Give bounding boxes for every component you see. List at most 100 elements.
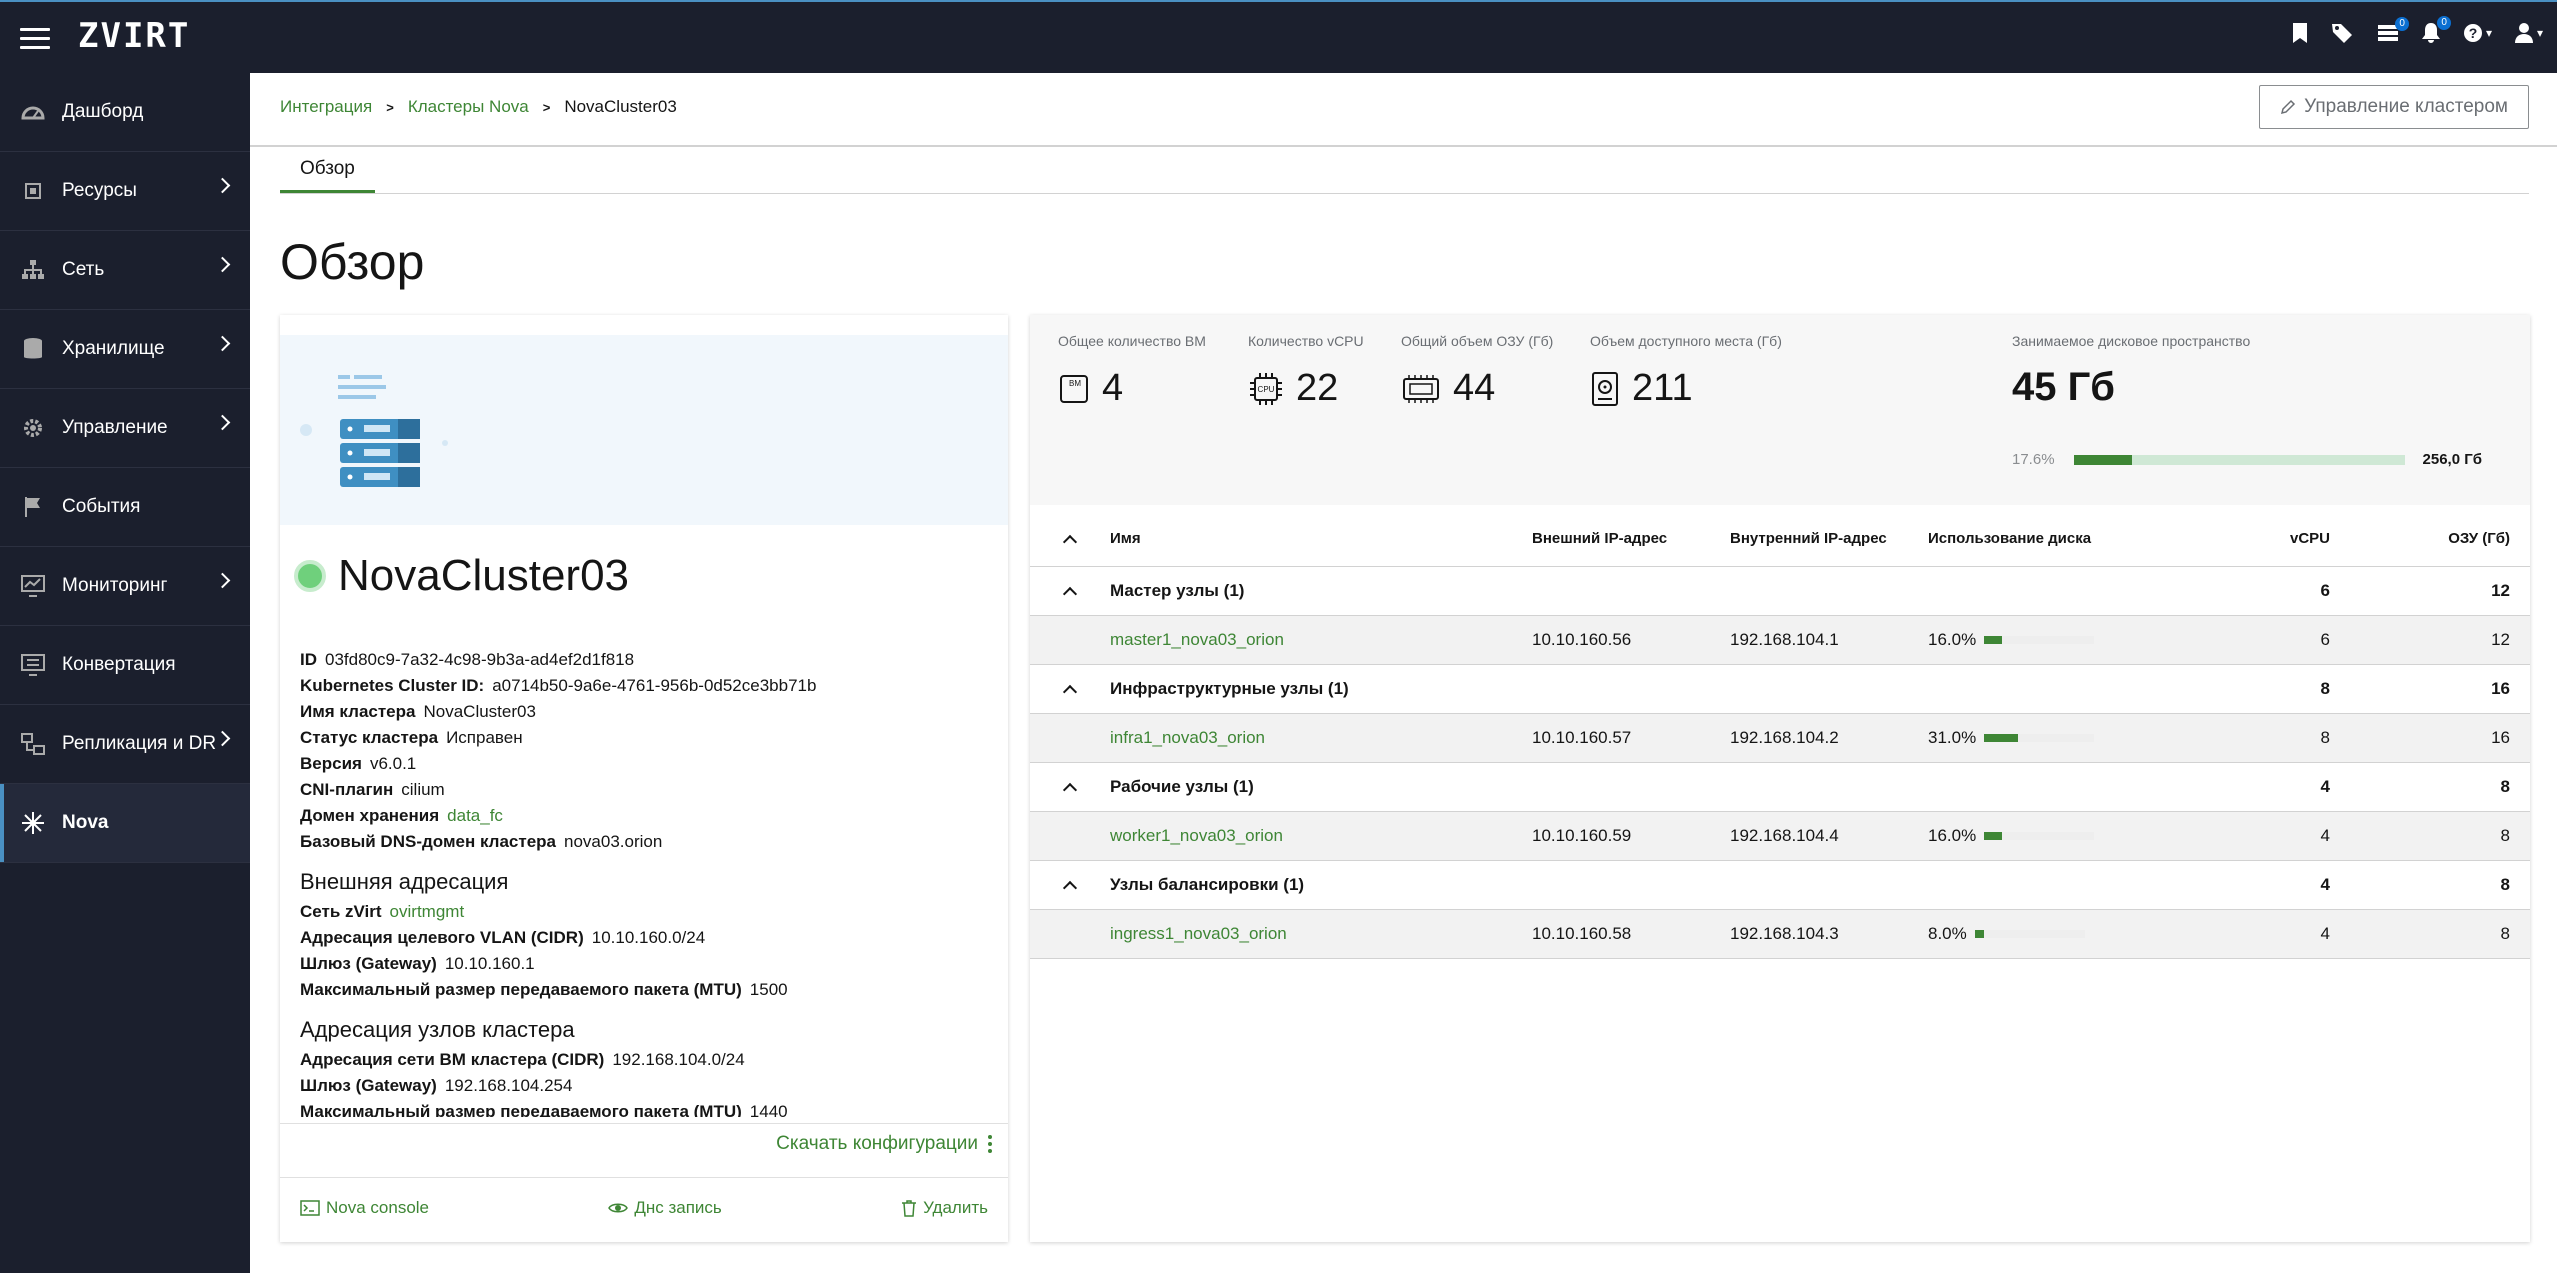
info-row: Шлюз (Gateway) 192.168.104.254	[300, 1073, 1000, 1099]
info-row: Максимальный размер передаваемого пакета…	[300, 977, 1000, 1003]
download-config-button[interactable]: Скачать конфигурации	[776, 1133, 992, 1155]
group-vcpu: 4	[2320, 777, 2330, 796]
breadcrumb-integration[interactable]: Интеграция	[280, 97, 372, 117]
info-row: Адресация сети ВМ кластера (CIDR) 192.168…	[300, 1047, 1000, 1073]
column-header-disk[interactable]: Использование диска	[1928, 511, 2091, 566]
zvirt-network-link[interactable]: ovirtmgmt	[390, 902, 465, 921]
user-menu[interactable]: ▾	[2514, 22, 2543, 44]
sidebar-item-nova[interactable]: Nova	[0, 784, 250, 863]
sidebar-item-monitoring[interactable]: Мониторинг	[0, 547, 250, 626]
help-menu[interactable]: ? ▾	[2463, 23, 2492, 43]
collapse-all-toggle[interactable]	[1060, 511, 1080, 566]
node-name-link[interactable]: ingress1_nova03_orion	[1110, 910, 1287, 958]
disk-percent: 16.0%	[1928, 630, 1977, 649]
node-ram: 8	[2500, 826, 2510, 845]
info-value: Исправен	[446, 728, 523, 747]
stats-panel: Общее количество ВМ BM 4 Количество vCPU…	[1030, 315, 2530, 505]
dns-record-label: Днс запись	[634, 1198, 722, 1217]
stat-free-space: Объем доступного места (Гб) 211	[1590, 333, 1782, 410]
group-toggle[interactable]	[1060, 567, 1080, 615]
node-disk-usage: 31.0%	[1928, 714, 2095, 762]
chevron-up-icon	[1062, 586, 1078, 602]
table-row: master1_nova03_orion 10.10.160.56 192.16…	[1030, 616, 2530, 665]
main-content: Интеграция > Кластеры Nova > NovaCluster…	[250, 73, 2557, 1273]
tab-overview[interactable]: Обзор	[280, 158, 375, 193]
sidebar-item-conversion[interactable]: Конвертация	[0, 626, 250, 705]
info-row: Версия v6.0.1	[300, 751, 1000, 777]
column-header-vcpu[interactable]: vCPU	[2180, 511, 2330, 566]
info-key: Максимальный размер передаваемого пакета…	[300, 980, 742, 999]
stat-ram-total: Общий объем ОЗУ (Гб) 44	[1401, 333, 1553, 410]
node-vcpu: 8	[2320, 728, 2330, 747]
group-row-infra: Инфраструктурные узлы (1) 8 16	[1030, 665, 2530, 714]
group-toggle[interactable]	[1060, 665, 1080, 713]
group-name: Рабочие узлы (1)	[1110, 777, 1254, 796]
sidebar-item-label: События	[62, 496, 141, 517]
sidebar-item-storage[interactable]: Хранилище	[0, 310, 250, 389]
info-key: Шлюз (Gateway)	[300, 954, 437, 973]
sidebar-item-resources[interactable]: Ресурсы	[0, 152, 250, 231]
tab-bar: Обзор	[280, 158, 2529, 194]
storage-domain-link[interactable]: data_fc	[447, 806, 503, 825]
menu-toggle-icon[interactable]	[20, 28, 50, 50]
user-icon	[2514, 23, 2533, 43]
tasks-icon[interactable]: 0	[2377, 17, 2409, 43]
info-key: Адресация сети ВМ кластера (CIDR)	[300, 1050, 605, 1069]
tags-icon[interactable]	[2331, 22, 2355, 44]
chevron-up-icon	[1062, 684, 1078, 700]
node-name-link[interactable]: worker1_nova03_orion	[1110, 812, 1283, 860]
disk-bar	[1984, 636, 2095, 644]
cluster-details-card: NovaCluster03 ID 03fd80c9-7a32-4c98-9b3a-…	[280, 315, 1008, 1242]
stat-label: Общий объем ОЗУ (Гб)	[1401, 333, 1554, 349]
info-key: Kubernetes Cluster ID:	[300, 676, 485, 695]
disk-usage-bar: 17.6% 256,0 Гб	[2012, 451, 2482, 468]
notifications-bell-icon[interactable]: 0	[2421, 16, 2451, 44]
manage-cluster-button[interactable]: Управление кластером	[2259, 85, 2529, 129]
breadcrumb-current: NovaCluster03	[564, 97, 677, 116]
dashboard-icon	[20, 99, 46, 125]
node-ext-ip: 10.10.160.56	[1532, 630, 1632, 649]
column-header-int-ip[interactable]: Внутренний IP-адрес	[1730, 511, 1887, 566]
disk-bar	[1974, 930, 2085, 938]
screen-convert-icon	[20, 652, 46, 678]
chevron-right-icon	[214, 572, 231, 589]
info-key: Максимальный размер передаваемого пакета…	[300, 1102, 742, 1117]
info-key: Шлюз (Gateway)	[300, 1076, 437, 1095]
node-disk-usage: 16.0%	[1928, 616, 2095, 664]
table-header-row: Имя Внешний IP-адрес Внутренний IP-адрес…	[1030, 511, 2530, 567]
info-row: Сеть zVirt ovirtmgmt	[300, 899, 1000, 925]
node-int-ip: 192.168.104.1	[1730, 630, 1839, 649]
column-header-ext-ip[interactable]: Внешний IP-адрес	[1532, 511, 1667, 566]
cluster-name: NovaCluster03	[338, 551, 630, 600]
sidebar-item-dashboard[interactable]: Дашборд	[0, 73, 250, 152]
network-icon	[20, 257, 46, 283]
replication-icon	[20, 731, 46, 757]
bookmark-icon[interactable]	[2291, 22, 2309, 44]
sidebar-item-management[interactable]: Управление	[0, 389, 250, 468]
dns-record-link[interactable]: Днс запись	[608, 1198, 722, 1218]
card-divider	[280, 1177, 1008, 1178]
node-name-link[interactable]: master1_nova03_orion	[1110, 616, 1284, 664]
info-row: Максимальный размер передаваемого пакета…	[300, 1099, 1000, 1117]
stat-value: 211	[1632, 367, 1693, 409]
sidebar-item-events[interactable]: События	[0, 468, 250, 547]
stat-value: 44	[1453, 367, 1496, 409]
delete-cluster-link[interactable]: Удалить	[901, 1198, 988, 1218]
header-divider	[250, 145, 2557, 147]
kebab-menu-icon[interactable]	[988, 1135, 992, 1153]
node-int-ip: 192.168.104.2	[1730, 728, 1839, 747]
sidebar-item-replication[interactable]: Репликация и DR	[0, 705, 250, 784]
memory-icon	[1403, 374, 1439, 403]
column-header-name[interactable]: Имя	[1110, 511, 1141, 566]
column-header-ram[interactable]: ОЗУ (Гб)	[2360, 511, 2510, 566]
chevron-up-icon	[1062, 782, 1078, 798]
group-toggle[interactable]	[1060, 861, 1080, 909]
group-toggle[interactable]	[1060, 763, 1080, 811]
sidebar-item-label: Дашборд	[62, 101, 144, 122]
flag-icon	[20, 494, 46, 520]
sidebar-item-network[interactable]: Сеть	[0, 231, 250, 310]
stat-label: Занимаемое дисковое пространство	[2012, 333, 2251, 349]
nova-console-link[interactable]: Nova console	[300, 1198, 429, 1218]
breadcrumb-nova-clusters[interactable]: Кластеры Nova	[408, 97, 529, 117]
node-name-link[interactable]: infra1_nova03_orion	[1110, 714, 1265, 762]
